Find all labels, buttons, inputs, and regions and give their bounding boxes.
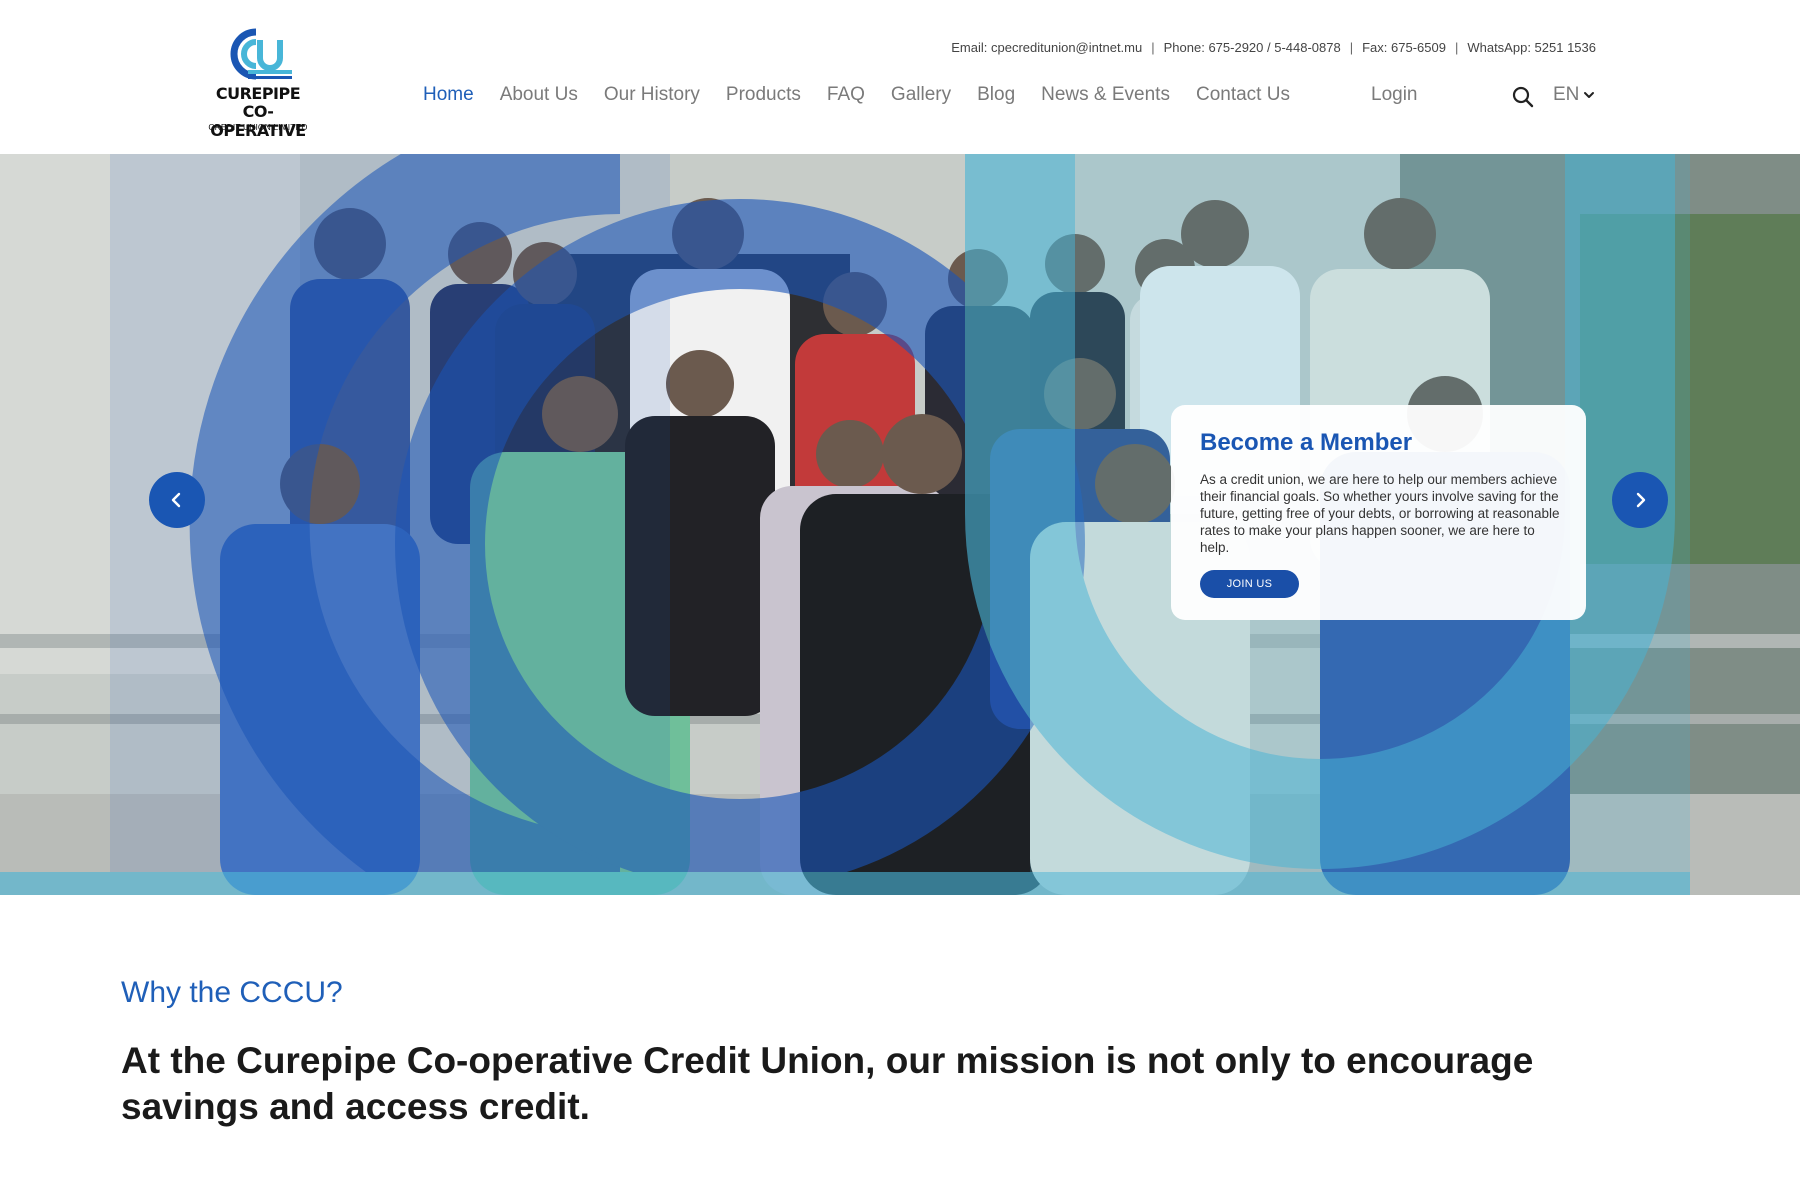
site-logo[interactable]: CUREPIPE CO-OPERATIVE CREDIT UNION LIMIT… <box>200 26 316 140</box>
contact-phone[interactable]: Phone: 675-2920 / 5-448-0878 <box>1164 40 1341 55</box>
logo-line-3: CREDIT UNION LIMITED <box>208 122 308 132</box>
slider-next-button[interactable] <box>1612 472 1668 528</box>
main-nav: Home About Us Our History Products FAQ G… <box>423 84 1316 106</box>
chevron-left-icon <box>171 492 181 508</box>
logo-mark-icon <box>230 28 292 80</box>
contact-bar: Email: cpecreditunion@intnet.mu | Phone:… <box>951 40 1596 55</box>
nav-item-contact-us[interactable]: Contact Us <box>1196 84 1290 106</box>
logo-line-2: CO-OPERATIVE <box>210 102 306 140</box>
why-section-label: Why the CCCU? <box>121 976 343 1009</box>
nav-item-news-events[interactable]: News & Events <box>1041 84 1170 106</box>
logo-line-1: CUREPIPE <box>215 84 301 103</box>
contact-separator: | <box>1349 40 1354 55</box>
slider-prev-button[interactable] <box>149 472 205 528</box>
nav-item-home[interactable]: Home <box>423 84 474 106</box>
nav-item-our-history[interactable]: Our History <box>604 84 700 106</box>
language-label: EN <box>1553 84 1580 105</box>
chevron-right-icon <box>1636 492 1646 508</box>
nav-item-blog[interactable]: Blog <box>977 84 1015 106</box>
contact-email[interactable]: Email: cpecreditunion@intnet.mu <box>951 40 1142 55</box>
login-link[interactable]: Login <box>1371 84 1418 106</box>
mission-statement: At the Curepipe Co-operative Credit Unio… <box>121 1040 1534 1127</box>
nav-item-gallery[interactable]: Gallery <box>891 84 951 106</box>
hero-slider: Become a Member As a credit union, we ar… <box>0 154 1800 895</box>
language-selector[interactable]: EN <box>1553 84 1595 106</box>
member-card-title: Become a Member <box>1200 429 1413 456</box>
nav-item-about-us[interactable]: About Us <box>500 84 578 106</box>
member-card-text: As a credit union, we are here to help o… <box>1200 472 1560 555</box>
join-us-button[interactable]: JOIN US <box>1200 570 1299 598</box>
contact-whatsapp[interactable]: WhatsApp: 5251 1536 <box>1467 40 1596 55</box>
contact-separator: | <box>1454 40 1459 55</box>
search-icon <box>1512 86 1534 108</box>
nav-item-products[interactable]: Products <box>726 84 801 106</box>
chevron-down-icon <box>1584 92 1595 98</box>
nav-item-faq[interactable]: FAQ <box>827 84 865 106</box>
site-header: CUREPIPE CO-OPERATIVE CREDIT UNION LIMIT… <box>0 0 1800 154</box>
search-button[interactable] <box>1511 85 1535 109</box>
become-member-card: Become a Member As a credit union, we ar… <box>1171 405 1586 620</box>
contact-fax: Fax: 675-6509 <box>1362 40 1446 55</box>
contact-separator: | <box>1151 40 1155 55</box>
